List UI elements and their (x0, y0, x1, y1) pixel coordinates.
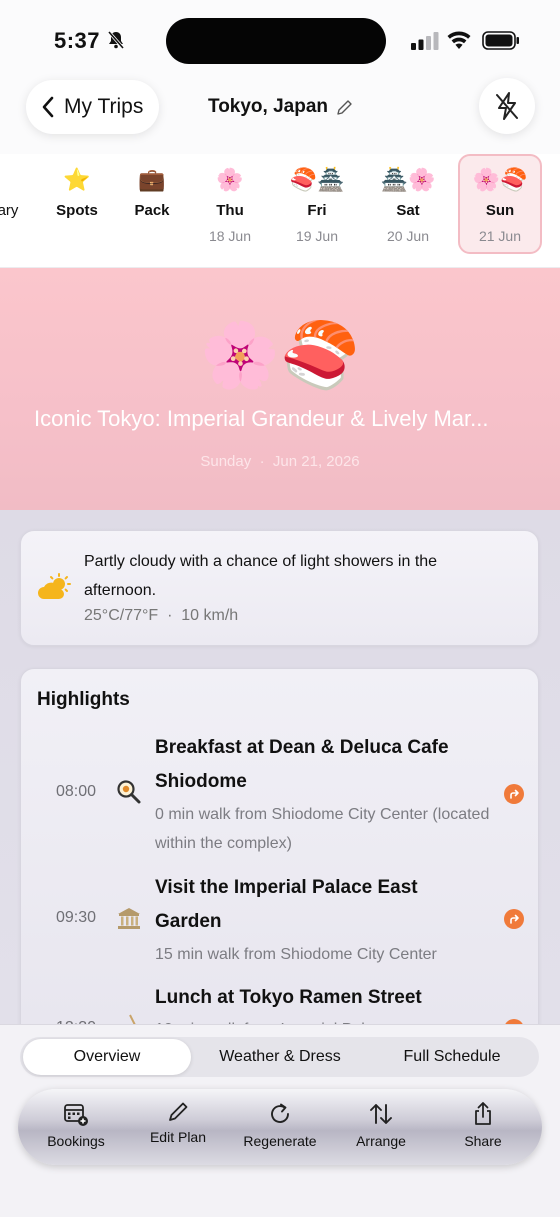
directions-arrow-icon (509, 789, 519, 799)
flash-off-icon (496, 92, 518, 120)
trip-title-text: Tokyo, Japan (208, 96, 329, 117)
day-tab-date: 20 Jun (386, 228, 430, 244)
calendar-add-icon (64, 1104, 88, 1126)
tab-overview[interactable]: Overview (23, 1039, 191, 1075)
cellular-signal-icon (411, 32, 439, 50)
day-full-date: Jun 21, 2026 (272, 453, 360, 470)
day-tab-label: Spots (56, 202, 98, 219)
top-navigation: My Trips Tokyo, Japan (0, 78, 560, 154)
partly-cloudy-icon (38, 573, 71, 599)
screen: 5:37 My Trips Tokyo, Japan ary ⭐ Spots 💼… (0, 0, 560, 1217)
day-tab-pack[interactable]: 💼 Pack (110, 154, 194, 254)
share-icon (475, 1102, 491, 1125)
highlight-name: Visit the Imperial Palace East Garden (155, 877, 418, 932)
regenerate-button[interactable]: Regenerate (230, 1089, 330, 1165)
weather-separator: · (167, 607, 173, 624)
dynamic-island (166, 18, 386, 64)
regenerate-label: Regenerate (243, 1133, 317, 1149)
tab-weather-dress[interactable]: Weather & Dress (196, 1039, 364, 1075)
day-tab-fri[interactable]: 🍣🏯 Fri 19 Jun (275, 154, 359, 254)
briefcase-icon: 💼 (138, 168, 166, 193)
day-hero-banner: 🌸🍣 Iconic Tokyo: Imperial Grandeur & Liv… (0, 268, 560, 510)
bell-off-icon (107, 30, 125, 50)
highlights-title: Highlights (37, 689, 130, 710)
classical-building-icon (118, 908, 140, 929)
day-tab-sun[interactable]: 🌸🍣 Sun 21 Jun (458, 154, 542, 254)
day-tab-label: Sat (396, 202, 420, 219)
day-tab-label: Fri (307, 202, 327, 219)
day-tab-date: 18 Jun (208, 228, 252, 244)
wifi-icon (447, 31, 471, 49)
bookings-label: Bookings (47, 1133, 105, 1149)
day-date: Sunday · Jun 21, 2026 (0, 453, 560, 470)
magnifier-food-icon (117, 780, 141, 804)
highlight-description: 15 min walk from Shiodome City Center (155, 946, 437, 963)
highlight-name: Lunch at Tokyo Ramen Street (155, 987, 422, 1008)
day-tab-spots[interactable]: ⭐ Spots (35, 154, 119, 254)
day-tab-emoji: 🍣🏯 (289, 168, 345, 193)
arrange-button[interactable]: Arrange (331, 1089, 431, 1165)
back-button-label: My Trips (64, 95, 144, 118)
date-separator: · (259, 453, 265, 470)
day-tab-emoji: 🌸🍣 (472, 168, 528, 193)
edit-plan-label: Edit Plan (149, 1129, 207, 1145)
weather-meta: 25°C/77°F · 10 km/h (84, 607, 238, 625)
day-title: Iconic Tokyo: Imperial Grandeur & Lively… (34, 406, 489, 431)
pencil-icon (337, 99, 352, 115)
highlight-time: 09:30 (56, 909, 97, 926)
home-indicator-area (0, 1185, 560, 1217)
weather-wind: 10 km/h (181, 607, 239, 624)
day-tab-label: ary (0, 202, 19, 219)
battery-icon (482, 31, 519, 50)
highlight-name: Breakfast at Dean & Deluca Cafe Shiodome (155, 737, 449, 792)
sort-arrows-icon (370, 1104, 392, 1124)
day-tab-sat[interactable]: 🏯🌸 Sat 20 Jun (366, 154, 450, 254)
directions-button[interactable] (504, 909, 524, 929)
edit-plan-button[interactable]: Edit Plan (128, 1089, 228, 1165)
action-toolbar: Bookings Edit Plan Regenerate Arrange Sh… (18, 1089, 542, 1165)
weather-card[interactable]: Partly cloudy with a chance of light sho… (20, 530, 539, 646)
back-button[interactable]: My Trips (26, 80, 159, 134)
directions-button[interactable] (504, 784, 524, 804)
status-bar: 5:37 (0, 0, 560, 80)
highlight-description: 0 min walk from Shiodome City Center (lo… (155, 806, 490, 852)
share-label: Share (464, 1133, 502, 1149)
view-segmented-control: Overview Weather & Dress Full Schedule (20, 1037, 539, 1077)
status-time: 5:37 (54, 28, 101, 53)
tab-full-schedule[interactable]: Full Schedule (368, 1039, 536, 1075)
day-tab-date: 19 Jun (295, 228, 339, 244)
directions-arrow-icon (509, 914, 519, 924)
bookings-button[interactable]: Bookings (26, 1089, 126, 1165)
overview-content: Partly cloudy with a chance of light sho… (0, 510, 560, 1068)
highlight-time: 08:00 (56, 783, 97, 800)
bottom-panel: Overview Weather & Dress Full Schedule B… (0, 1024, 560, 1217)
day-tab-date: 21 Jun (478, 228, 522, 244)
refresh-icon (271, 1103, 289, 1123)
day-tab-emoji: 🌸 (216, 168, 244, 193)
day-tab-thu[interactable]: 🌸 Thu 18 Jun (188, 154, 272, 254)
chevron-left-icon (42, 96, 54, 118)
highlights-card: Highlights 08:00 Breakfast at Dean & Del… (20, 668, 539, 1068)
quick-action-button[interactable] (479, 78, 535, 134)
pencil-icon (169, 1102, 188, 1121)
share-button[interactable]: Share (433, 1089, 533, 1165)
star-icon: ⭐ (63, 168, 91, 193)
day-weekday: Sunday (200, 453, 252, 470)
weather-summary: Partly cloudy with a chance of light sho… (84, 553, 438, 599)
weather-temperature: 25°C/77°F (84, 607, 159, 624)
arrange-label: Arrange (356, 1133, 406, 1149)
day-tab-label: Sun (485, 202, 515, 219)
hero-emoji: 🌸🍣 (200, 319, 360, 393)
day-tab-label: Pack (134, 202, 170, 219)
day-selector: ary ⭐ Spots 💼 Pack 🌸 Thu 18 Jun 🍣🏯 Fri 1… (0, 154, 560, 268)
trip-title[interactable]: Tokyo, Japan (208, 96, 353, 118)
day-tab-emoji: 🏯🌸 (380, 168, 436, 193)
day-tab-label: Thu (216, 202, 244, 219)
